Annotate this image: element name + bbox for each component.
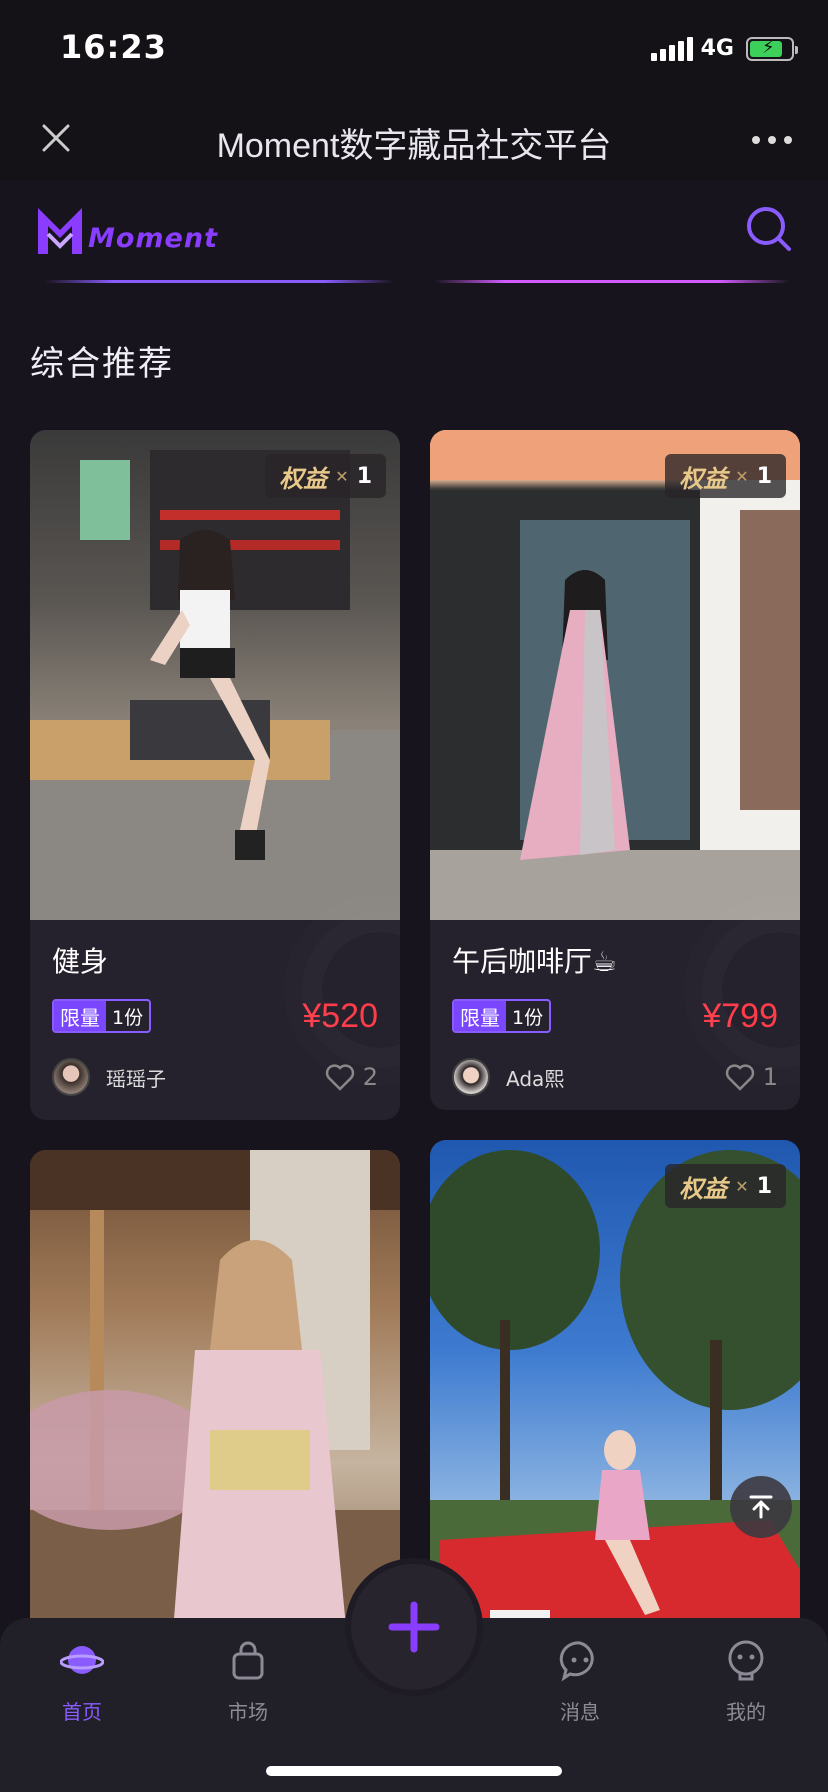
tab-indicator[interactable] (44, 280, 394, 283)
product-card[interactable]: 权益 ✕ 1 午后咖啡厅☕ 限量 1份 ¥799 Ada熙 1 (430, 430, 800, 1110)
planet-icon (59, 1646, 105, 1674)
owner[interactable]: Ada熙 (452, 1058, 564, 1096)
brand-name: Moment (88, 223, 218, 254)
limit-badge: 限量 1份 (52, 999, 152, 1033)
plus-icon (388, 1601, 440, 1653)
product-card[interactable] (30, 1150, 400, 1670)
tab-label: 市场 (228, 1700, 268, 1724)
avatar (452, 1058, 490, 1096)
product-card[interactable]: 权益 ✕ 1 健身 限量 1份 ¥520 瑶瑶子 2 (30, 430, 400, 1120)
search-icon[interactable] (746, 206, 792, 252)
card-body: 健身 限量 1份 ¥520 瑶瑶子 2 (30, 940, 400, 1098)
limit-qty: 1份 (512, 1006, 544, 1029)
rights-count: 1 (356, 463, 372, 489)
rights-label: 权益 (679, 1174, 728, 1203)
rights-count: 1 (756, 1173, 772, 1199)
owner-name: 瑶瑶子 (106, 1066, 166, 1091)
tab-messages[interactable]: 消息 (530, 1638, 630, 1725)
logo-mark-icon (38, 208, 82, 254)
rights-label: 权益 (679, 464, 728, 493)
tab-market[interactable]: 市场 (198, 1638, 298, 1725)
product-image[interactable]: 权益 ✕ 1 (30, 430, 400, 920)
rights-count: 1 (756, 463, 772, 489)
gym-photo (30, 450, 400, 920)
home-indicator (266, 1766, 562, 1776)
product-image[interactable]: 权益 ✕ 1 (430, 1140, 800, 1670)
times-icon: ✕ (335, 466, 349, 486)
rights-badge: 权益 ✕ 1 (265, 454, 386, 498)
arrow-up-icon (749, 1495, 773, 1519)
app-header: Moment (0, 180, 828, 290)
heart-icon (325, 1064, 354, 1091)
heart-icon (725, 1064, 754, 1091)
car-photo (430, 1150, 800, 1670)
rights-badge: 权益 ✕ 1 (665, 454, 786, 498)
tab-profile[interactable]: 我的 (696, 1638, 796, 1725)
avatar (52, 1058, 90, 1096)
more-icon[interactable] (752, 136, 792, 144)
scroll-top-button[interactable] (730, 1476, 792, 1538)
profile-icon (728, 1640, 764, 1681)
cafe-photo (430, 430, 800, 920)
page-title: Moment数字藏品社交平台 (216, 127, 612, 165)
category-tabs (0, 280, 828, 284)
rights-label: 权益 (279, 464, 328, 493)
limit-badge: 限量 1份 (452, 999, 552, 1033)
limit-tag: 限量 (54, 1001, 106, 1031)
tab-home[interactable]: 首页 (32, 1638, 132, 1725)
tab-indicator[interactable] (434, 280, 790, 283)
limit-qty: 1份 (112, 1006, 144, 1029)
owner[interactable]: 瑶瑶子 (52, 1058, 166, 1096)
brand-logo: Moment (34, 204, 218, 256)
card-body: 午后咖啡厅☕ 限量 1份 ¥799 Ada熙 1 (430, 940, 800, 1098)
status-bar: 16:23 4G ⚡ (0, 0, 828, 100)
like-button[interactable]: 2 (325, 1063, 378, 1091)
product-image[interactable] (30, 1150, 400, 1670)
rights-badge: 权益 ✕ 1 (665, 1164, 786, 1208)
status-indicators: 4G ⚡ (650, 36, 798, 61)
limit-tag: 限量 (454, 1001, 506, 1031)
battery-icon: ⚡ (746, 36, 798, 61)
times-icon: ✕ (735, 1176, 749, 1196)
status-time: 16:23 (60, 28, 167, 66)
tab-label: 消息 (560, 1700, 600, 1724)
owner-name: Ada熙 (506, 1066, 565, 1091)
product-card[interactable]: 权益 ✕ 1 (430, 1140, 800, 1670)
times-icon: ✕ (735, 466, 749, 486)
like-count: 2 (362, 1063, 378, 1091)
signal-icon (650, 36, 693, 61)
kimono-photo (30, 1150, 400, 1670)
product-image[interactable]: 权益 ✕ 1 (430, 430, 800, 920)
nav-bar: Moment数字藏品社交平台 (0, 100, 828, 180)
network-label: 4G (700, 36, 734, 61)
bag-icon (232, 1641, 264, 1680)
tab-label: 首页 (62, 1700, 102, 1724)
like-count: 1 (762, 1063, 778, 1091)
tab-label: 我的 (726, 1700, 766, 1724)
chat-icon (559, 1641, 594, 1682)
create-button[interactable] (351, 1564, 477, 1690)
section-title: 综合推荐 (30, 344, 174, 384)
like-button[interactable]: 1 (725, 1063, 778, 1091)
